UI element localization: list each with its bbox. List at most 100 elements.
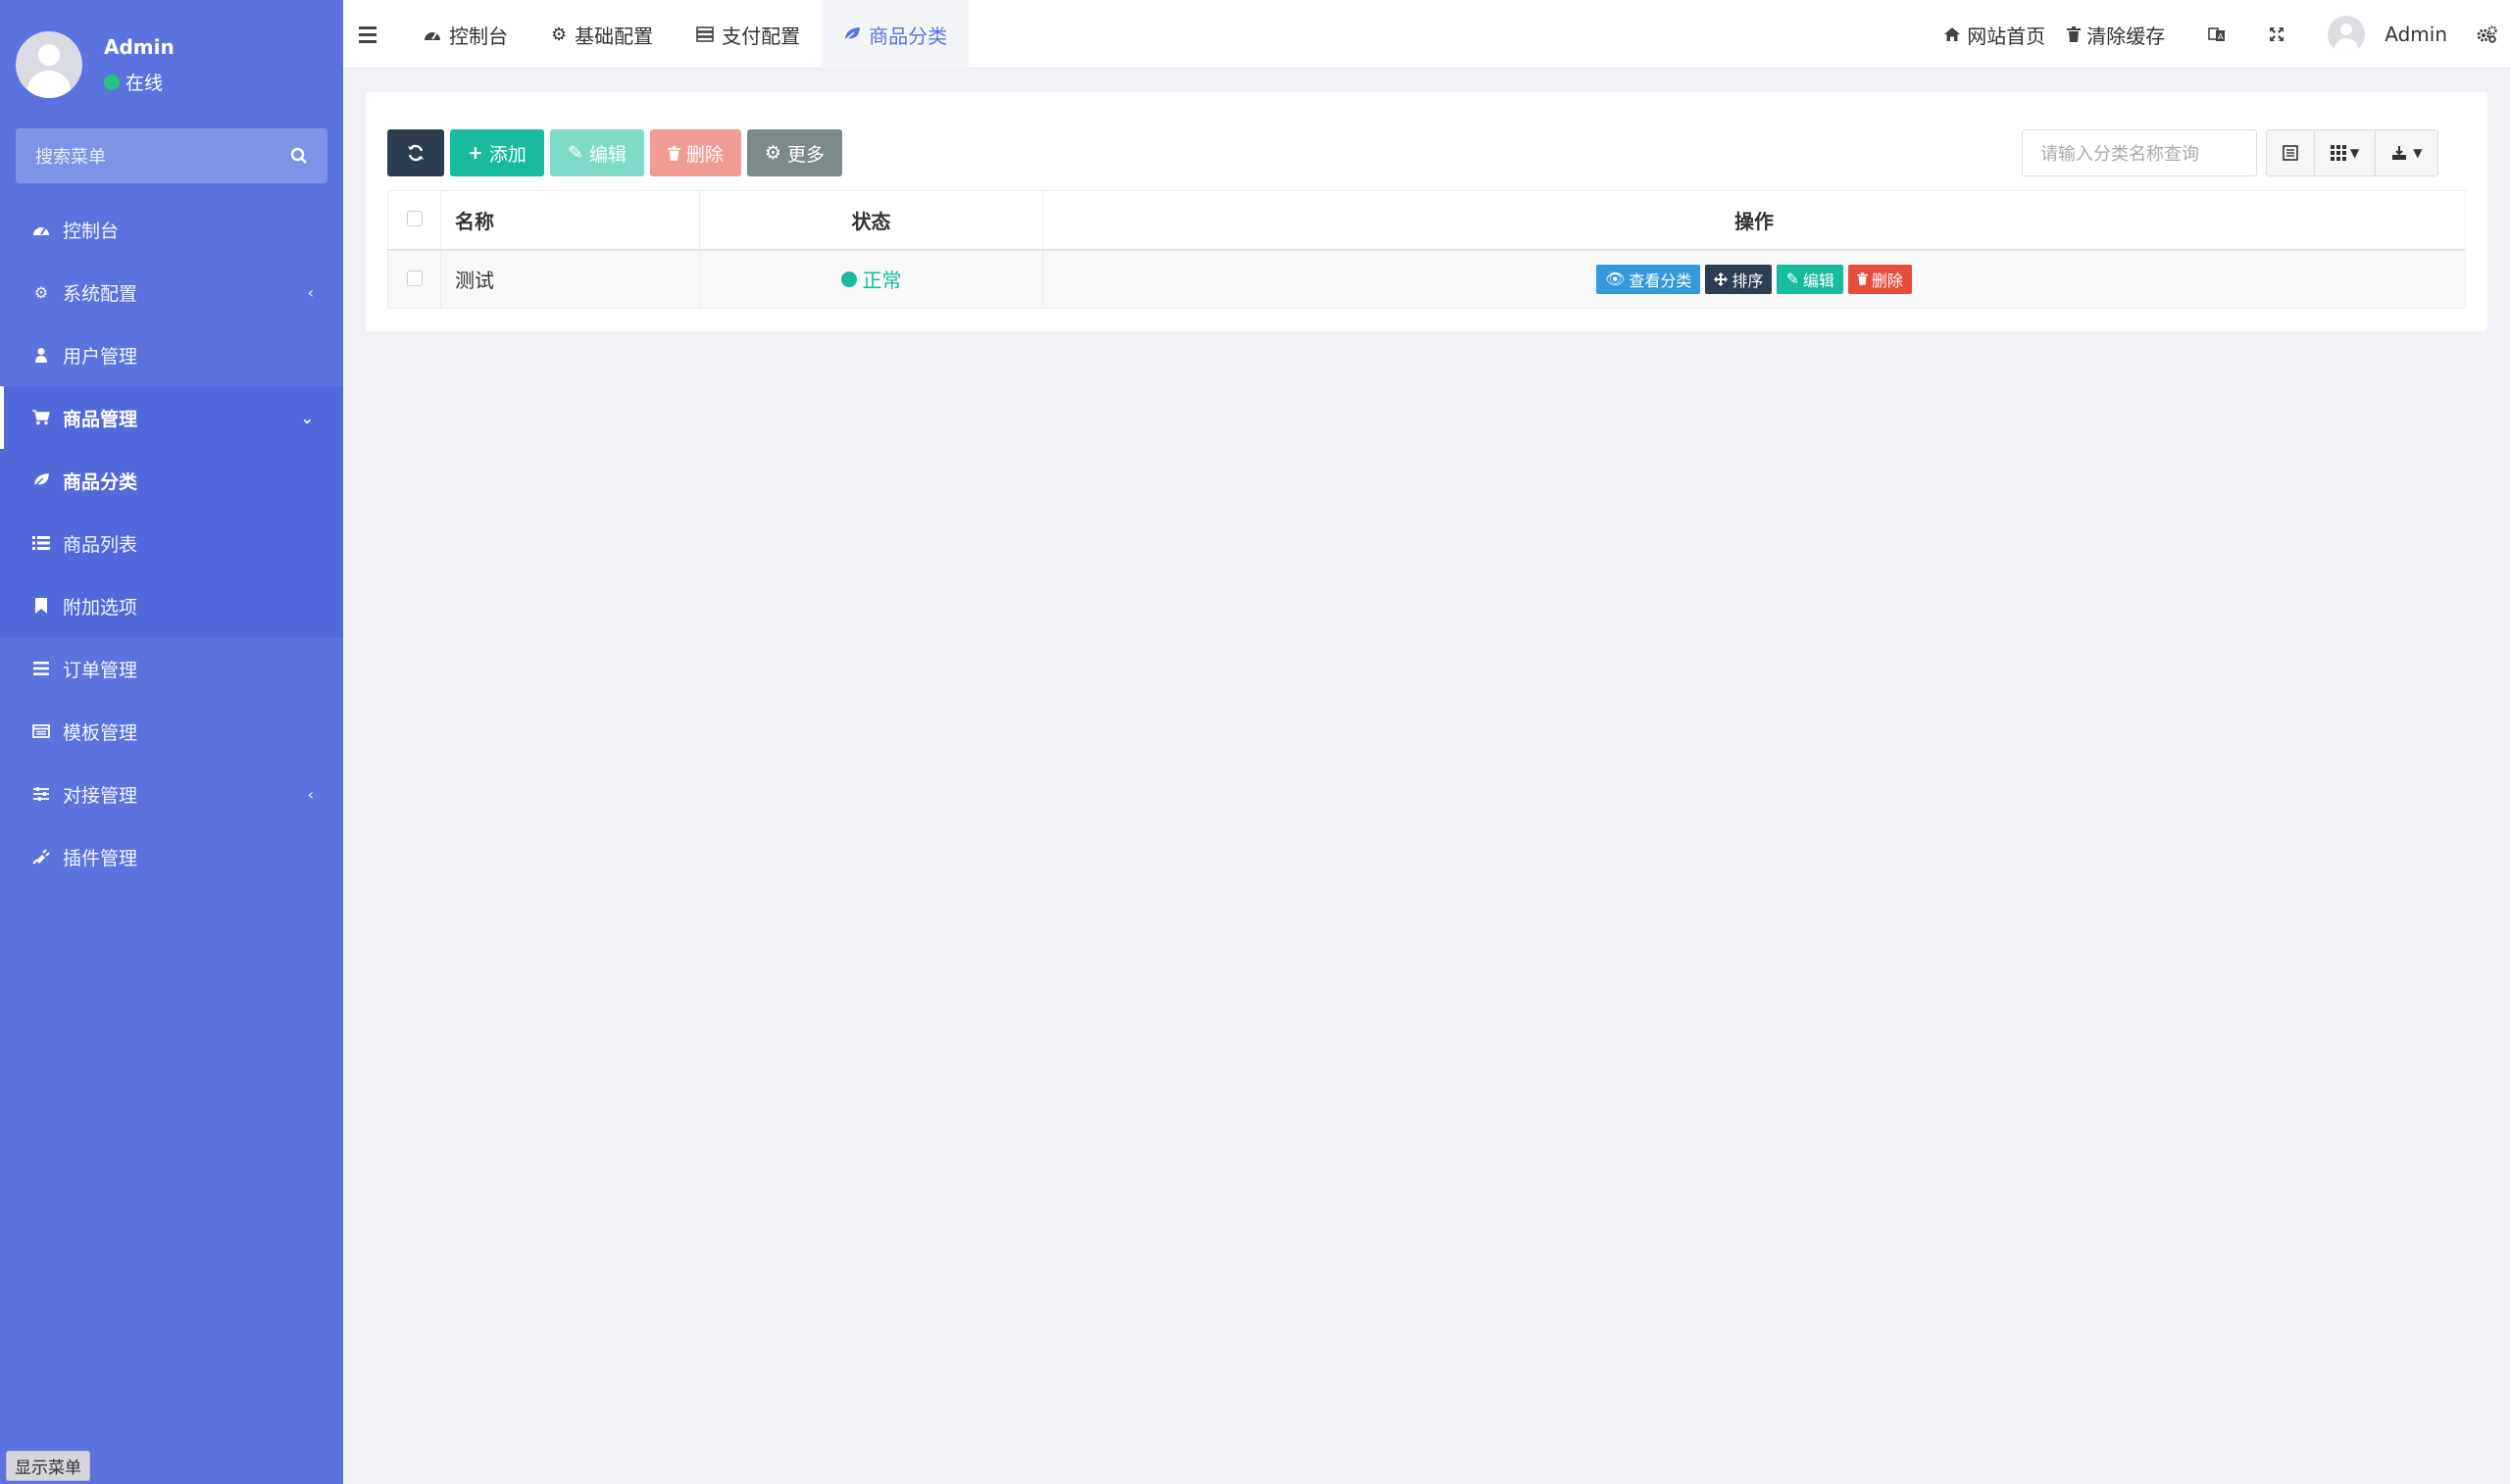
trash-icon <box>1856 272 1868 286</box>
row-actions-cell: 👁 查看分类 排序 ✎ 编辑 删除 <box>1042 249 2466 309</box>
menu-search-input[interactable]: 搜索菜单 <box>16 128 327 183</box>
user-icon <box>31 347 51 363</box>
row-delete-button[interactable]: 删除 <box>1847 264 1912 294</box>
toggle-view-button[interactable] <box>2267 130 2315 175</box>
view-category-label: 查看分类 <box>1629 271 1692 290</box>
select-all-checkbox[interactable] <box>406 211 423 227</box>
sidebar-item-label: 用户管理 <box>63 345 138 368</box>
sidebar-item-label: 附加选项 <box>63 596 138 618</box>
topbar: 控制台 ⚙ 基础配置 支付配置 商品分类 网站首页 清除缓存 A Admin <box>343 0 2510 69</box>
grid-icon <box>2331 145 2346 161</box>
sidebar-item-label: 对接管理 <box>63 784 138 807</box>
topbar-actions: 网站首页 清除缓存 A Admin <box>1922 0 2510 69</box>
topbar-tabs: 控制台 ⚙ 基础配置 支付配置 商品分类 <box>343 0 970 69</box>
header-status[interactable]: 状态 <box>699 190 1043 251</box>
sort-button[interactable]: 排序 <box>1705 264 1773 294</box>
status-badge: 正常 <box>840 265 902 293</box>
user-panel: Admin 在线 <box>0 0 343 118</box>
row-name: 测试 <box>440 249 700 309</box>
view-category-button[interactable]: 👁 查看分类 <box>1596 264 1701 294</box>
fullscreen-button[interactable] <box>2247 0 2306 69</box>
row-actions: 👁 查看分类 排序 ✎ 编辑 删除 <box>1043 264 2465 294</box>
site-home-link[interactable]: 网站首页 <box>1922 0 2067 69</box>
expand-icon <box>2270 27 2284 41</box>
sidebar-item-dashboard[interactable]: 控制台 <box>0 198 343 261</box>
sidebar-item-users[interactable]: 用户管理 <box>0 323 343 386</box>
sidebar-item-product-list[interactable]: 商品列表 <box>0 512 343 574</box>
header-name[interactable]: 名称 <box>440 190 700 251</box>
row-delete-label: 删除 <box>1871 271 1903 290</box>
sidebar-item-label: 商品列表 <box>63 533 138 556</box>
pencil-icon: ✎ <box>567 142 583 164</box>
cogs-icon <box>2477 25 2497 43</box>
sidebar-item-label: 商品管理 <box>63 408 138 430</box>
status-label: 正常 <box>862 269 902 293</box>
pencil-icon: ✎ <box>1785 270 1799 289</box>
search-icon[interactable] <box>290 147 308 165</box>
tab-payment-config[interactable]: 支付配置 <box>675 0 822 69</box>
category-search-input[interactable]: 请输入分类名称查询 <box>2022 129 2257 176</box>
dashboard-icon <box>425 32 440 40</box>
tab-label: 控制台 <box>449 24 508 48</box>
hamburger-icon[interactable] <box>359 25 402 43</box>
sidebar-item-plugins[interactable]: 插件管理 <box>0 825 343 888</box>
chevron-left-icon: ‹ <box>307 282 314 302</box>
user-name: Admin <box>2384 23 2447 46</box>
sidebar-item-orders[interactable]: 订单管理 <box>0 637 343 700</box>
list-alt-icon <box>2283 145 2298 161</box>
more-button[interactable]: ⚙ 更多 <box>746 129 842 176</box>
table-toolbar: + 添加 ✎ 编辑 删除 ⚙ 更多 <box>387 129 842 176</box>
sidebar-item-templates[interactable]: 模板管理 <box>0 700 343 763</box>
clear-cache-button[interactable]: 清除缓存 <box>2067 0 2186 69</box>
tab-product-category[interactable]: 商品分类 <box>822 0 970 69</box>
add-button[interactable]: + 添加 <box>450 129 544 176</box>
delete-label: 删除 <box>685 143 724 166</box>
sidebar-item-products[interactable]: 商品管理 ⌄ <box>0 386 343 449</box>
menu-search-placeholder: 搜索菜单 <box>35 147 106 168</box>
add-label: 添加 <box>488 143 527 166</box>
refresh-button[interactable] <box>387 129 444 176</box>
table-row: 测试 正常 👁 查看分类 排序 ✎ 编辑 删除 <box>387 249 2466 309</box>
tab-dashboard[interactable]: 控制台 <box>402 0 529 69</box>
export-icon <box>2392 146 2407 160</box>
clear-cache-label: 清除缓存 <box>2086 24 2166 48</box>
sidebar-group-products: 商品管理 ⌄ 商品分类 商品列表 附加选项 <box>0 386 343 637</box>
user-menu[interactable]: Admin <box>2306 0 2477 69</box>
sidebar-item-label: 插件管理 <box>63 847 138 869</box>
arrows-icon <box>1714 272 1729 286</box>
leaf-icon <box>843 27 861 42</box>
row-select-cell <box>387 249 441 309</box>
bookmark-icon <box>31 598 51 614</box>
sidebar-item-integrations[interactable]: 对接管理 ‹ <box>0 763 343 825</box>
gear-icon: ⚙ <box>33 282 49 302</box>
plug-icon <box>31 849 51 865</box>
sidebar-item-product-category[interactable]: 商品分类 <box>0 449 343 512</box>
sidebar-item-label: 订单管理 <box>63 659 138 681</box>
row-edit-button[interactable]: ✎ 编辑 <box>1777 264 1843 294</box>
row-checkbox[interactable] <box>406 270 423 286</box>
bars-icon <box>31 662 51 675</box>
site-home-label: 网站首页 <box>1967 24 2046 48</box>
show-menu-button[interactable]: 显示菜单 <box>6 1451 90 1481</box>
columns-dropdown-button[interactable]: ▼ <box>2315 130 2377 175</box>
sidebar: Admin 在线 搜索菜单 控制台 ⚙ 系统配置 ‹ 用户管理 商品管理 ⌄ 商… <box>0 0 343 1484</box>
edit-button[interactable]: ✎ 编辑 <box>549 129 644 176</box>
sidebar-item-system-config[interactable]: ⚙ 系统配置 ‹ <box>0 261 343 323</box>
user-status-label: 在线 <box>126 73 164 94</box>
plus-icon: + <box>468 142 483 164</box>
sort-label: 排序 <box>1732 271 1764 290</box>
delete-button[interactable]: 删除 <box>649 129 741 176</box>
tab-basic-config[interactable]: ⚙ 基础配置 <box>529 0 675 69</box>
list-icon <box>31 536 51 550</box>
trash-icon <box>2067 26 2082 42</box>
export-dropdown-button[interactable]: ▼ <box>2376 130 2437 175</box>
avatar <box>2328 16 2366 53</box>
language-toggle-button[interactable]: A <box>2186 0 2247 69</box>
sidebar-item-label: 系统配置 <box>63 282 138 305</box>
gear-icon: ⚙ <box>551 24 568 45</box>
eye-icon: 👁 <box>1605 270 1626 289</box>
settings-button[interactable] <box>2477 0 2510 69</box>
svg-text:A: A <box>2218 32 2224 41</box>
sidebar-item-addon-options[interactable]: 附加选项 <box>0 574 343 637</box>
table-header-row: 名称 状态 操作 <box>387 190 2466 251</box>
